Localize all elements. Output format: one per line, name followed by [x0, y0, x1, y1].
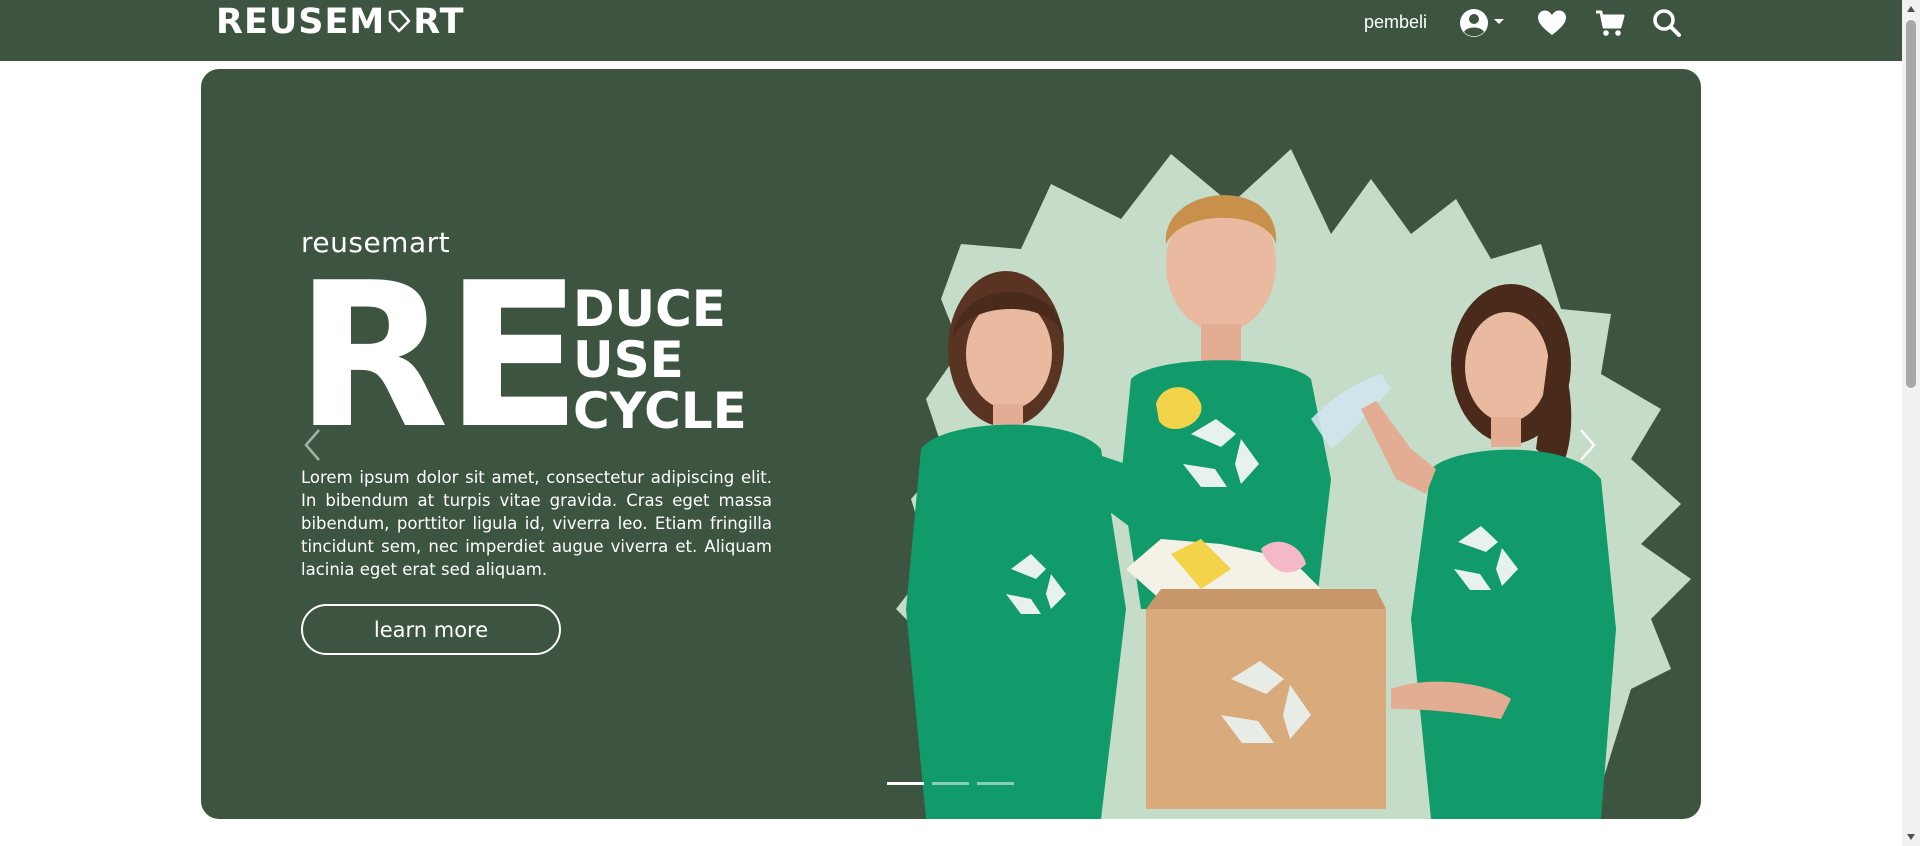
scroll-thumb[interactable]	[1906, 20, 1916, 388]
carousel-indicator-2[interactable]	[932, 782, 969, 785]
triangle-up-icon	[1907, 6, 1915, 12]
carousel-indicator-1[interactable]	[887, 782, 924, 785]
hero-word: USE	[573, 331, 684, 389]
account-dropdown[interactable]	[1458, 7, 1510, 39]
caret-down-icon	[1494, 19, 1504, 24]
triangle-down-icon	[1907, 834, 1915, 840]
cart-icon	[1596, 10, 1625, 36]
chevron-right-icon	[1580, 429, 1596, 461]
price-tag-icon	[388, 9, 411, 33]
hero-description: Lorem ipsum dolor sit amet, consectetur …	[301, 468, 772, 579]
hero-words: DUCE USE CYCLE	[573, 284, 747, 437]
search-button[interactable]	[1651, 7, 1683, 39]
carousel-indicator-3[interactable]	[977, 782, 1014, 785]
hero-big-text: RE	[295, 240, 582, 473]
hero-word: DUCE	[573, 280, 726, 338]
logo[interactable]: REUSEM RT	[216, 2, 465, 42]
chevron-left-icon	[304, 429, 320, 461]
learn-more-button[interactable]: learn more	[301, 604, 561, 655]
user-circle-icon	[1460, 9, 1504, 37]
hero-photo	[896, 149, 1691, 819]
hero-word: CYCLE	[573, 382, 747, 440]
cart-button[interactable]	[1594, 7, 1626, 39]
carousel-indicators	[887, 782, 1014, 785]
logo-text-right: RT	[413, 2, 465, 42]
hero-carousel: reusemart RE DUCE USE CYCLE Lorem ipsum …	[201, 69, 1701, 819]
navbar: REUSEM RT pembeli	[0, 0, 1902, 61]
page-scrollbar[interactable]	[1902, 0, 1920, 846]
carousel-prev-button[interactable]	[301, 427, 325, 463]
heart-icon	[1538, 10, 1566, 35]
username-label[interactable]: pembeli	[1364, 10, 1427, 34]
scroll-up-button[interactable]	[1902, 0, 1920, 18]
carousel-next-button[interactable]	[1575, 427, 1599, 463]
scroll-down-button[interactable]	[1902, 828, 1920, 846]
logo-text-left: REUSEM	[216, 2, 386, 42]
wishlist-button[interactable]	[1536, 7, 1568, 39]
search-icon	[1653, 9, 1681, 37]
